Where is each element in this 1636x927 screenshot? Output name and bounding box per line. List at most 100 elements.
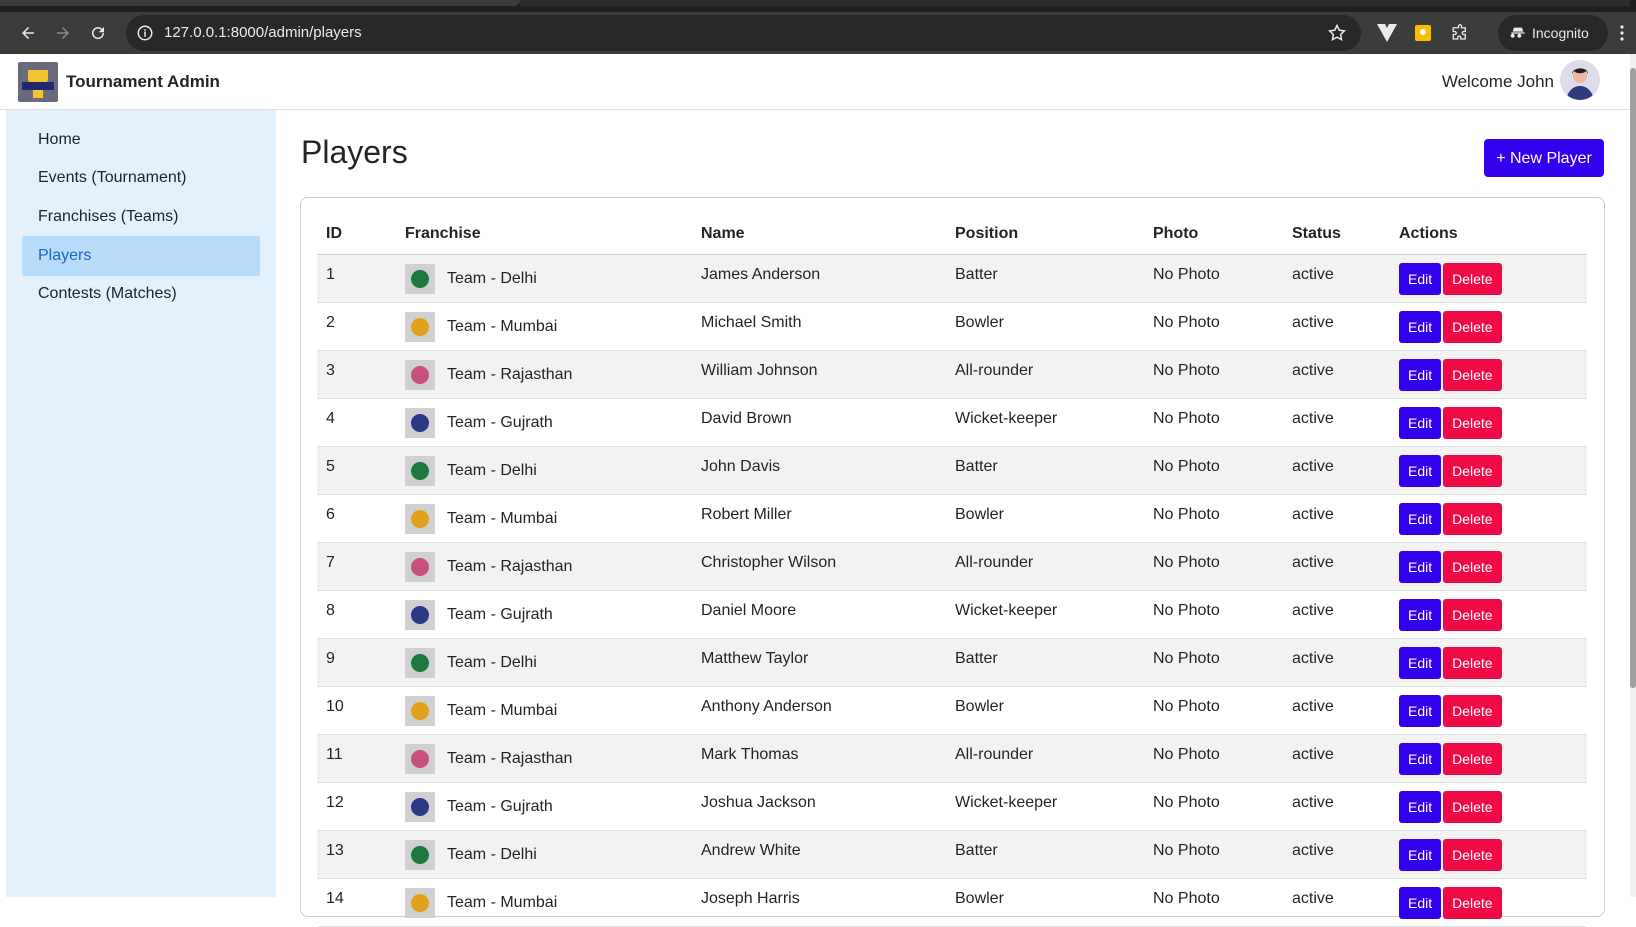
sidebar-item-contests[interactable]: Contests (Matches) <box>22 274 260 314</box>
cell-position: Bowler <box>946 878 1144 927</box>
cell-actions: Edit Delete <box>1390 734 1587 783</box>
reload-icon[interactable] <box>86 21 110 45</box>
tournament-logo[interactable] <box>18 62 58 102</box>
cell-name: David Brown <box>692 398 946 447</box>
cell-name: William Johnson <box>692 350 946 399</box>
edit-button[interactable]: Edit <box>1399 838 1442 871</box>
edit-button[interactable]: Edit <box>1399 502 1442 535</box>
edit-button[interactable]: Edit <box>1399 886 1442 919</box>
delete-button[interactable]: Delete <box>1443 838 1502 871</box>
team-logo <box>405 407 435 438</box>
cell-actions: Edit Delete <box>1390 590 1587 639</box>
franchise-name: Team - Mumbai <box>447 701 558 719</box>
user-avatar[interactable] <box>1560 60 1600 100</box>
edit-button[interactable]: Edit <box>1399 310 1442 343</box>
page-scrollbar[interactable] <box>1630 54 1636 897</box>
browser-menu-icon[interactable] <box>1614 22 1630 44</box>
franchise-name: Team - Delhi <box>447 461 537 479</box>
cell-status: active <box>1283 782 1390 831</box>
page-title: Players <box>301 134 408 170</box>
edit-button[interactable]: Edit <box>1399 646 1442 679</box>
column-header-id[interactable]: ID <box>317 214 396 255</box>
delete-button[interactable]: Delete <box>1443 502 1502 535</box>
brand-title[interactable]: Tournament Admin <box>66 72 220 92</box>
address-bar[interactable]: 127.0.0.1:8000/admin/players <box>126 15 1361 51</box>
franchise-name: Team - Rajasthan <box>447 365 573 383</box>
site-info-icon[interactable] <box>136 24 154 42</box>
cell-position: Bowler <box>946 302 1144 351</box>
cell-status: active <box>1283 302 1390 351</box>
sidebar-item-players[interactable]: Players <box>22 236 260 276</box>
vuejs-devtools-icon[interactable] <box>1376 22 1398 44</box>
edit-button[interactable]: Edit <box>1399 742 1442 775</box>
cell-id: 7 <box>317 542 396 591</box>
cell-photo: No Photo <box>1144 734 1283 783</box>
bookmark-star-icon[interactable] <box>1327 23 1347 43</box>
delete-button[interactable]: Delete <box>1443 358 1502 391</box>
cell-franchise: Team - Gujrath <box>396 398 692 447</box>
back-icon[interactable] <box>16 21 40 45</box>
column-header-name[interactable]: Name <box>692 214 946 255</box>
edit-button[interactable]: Edit <box>1399 406 1442 439</box>
delete-button[interactable]: Delete <box>1443 694 1502 727</box>
delete-button[interactable]: Delete <box>1443 310 1502 343</box>
edit-button[interactable]: Edit <box>1399 598 1442 631</box>
cell-position: Wicket-keeper <box>946 398 1144 447</box>
team-logo <box>405 839 435 870</box>
delete-button[interactable]: Delete <box>1443 598 1502 631</box>
column-header-status[interactable]: Status <box>1283 214 1390 255</box>
column-header-photo[interactable]: Photo <box>1144 214 1283 255</box>
forward-icon[interactable] <box>51 21 75 45</box>
table-row: 4 Team - Gujrath David Brown Wicket-keeper N… <box>317 398 1587 447</box>
edit-button[interactable]: Edit <box>1399 694 1442 727</box>
edit-button[interactable]: Edit <box>1399 550 1442 583</box>
cell-actions: Edit Delete <box>1390 446 1587 495</box>
cell-status: active <box>1283 686 1390 735</box>
cell-actions: Edit Delete <box>1390 686 1587 735</box>
cell-id: 10 <box>317 686 396 735</box>
column-header-franchise[interactable]: Franchise <box>396 214 692 255</box>
cell-name: Matthew Taylor <box>692 638 946 687</box>
table-row: 10 Team - Mumbai Anthony Anderson Bowler No … <box>317 686 1587 735</box>
delete-button[interactable]: Delete <box>1443 790 1502 823</box>
cell-status: active <box>1283 254 1390 303</box>
edit-button[interactable]: Edit <box>1399 454 1442 487</box>
cell-status: active <box>1283 590 1390 639</box>
extensions-puzzle-icon[interactable] <box>1449 22 1471 44</box>
incognito-badge[interactable]: Incognito <box>1498 15 1608 51</box>
delete-button[interactable]: Delete <box>1443 550 1502 583</box>
cell-status: active <box>1283 398 1390 447</box>
cell-photo: No Photo <box>1144 398 1283 447</box>
edit-button[interactable]: Edit <box>1399 262 1442 295</box>
delete-button[interactable]: Delete <box>1443 886 1502 919</box>
delete-button[interactable]: Delete <box>1443 406 1502 439</box>
cell-status: active <box>1283 830 1390 879</box>
team-logo <box>405 455 435 486</box>
browser-tab[interactable] <box>0 0 520 6</box>
cell-position: Batter <box>946 446 1144 495</box>
sidebar-item-franchises[interactable]: Franchises (Teams) <box>22 197 260 237</box>
delete-button[interactable]: Delete <box>1443 454 1502 487</box>
delete-button[interactable]: Delete <box>1443 262 1502 295</box>
sidebar-item-home[interactable]: Home <box>22 120 260 160</box>
cell-franchise: Team - Gujrath <box>396 782 692 831</box>
sidebar-item-events[interactable]: Events (Tournament) <box>22 158 260 198</box>
team-logo <box>405 887 435 918</box>
cell-franchise: Team - Delhi <box>396 638 692 687</box>
cell-status: active <box>1283 494 1390 543</box>
column-header-position[interactable]: Position <box>946 214 1144 255</box>
cell-status: active <box>1283 734 1390 783</box>
cell-id: 8 <box>317 590 396 639</box>
edit-button[interactable]: Edit <box>1399 790 1442 823</box>
scrollbar-thumb[interactable] <box>1630 68 1636 688</box>
column-header-actions: Actions <box>1390 214 1587 255</box>
delete-button[interactable]: Delete <box>1443 742 1502 775</box>
delete-button[interactable]: Delete <box>1443 646 1502 679</box>
cell-name: Anthony Anderson <box>692 686 946 735</box>
players-table: ID Franchise Name Position Photo Status … <box>317 214 1587 927</box>
keep-extension-icon[interactable] <box>1412 22 1434 44</box>
edit-button[interactable]: Edit <box>1399 358 1442 391</box>
franchise-name: Team - Delhi <box>447 269 537 287</box>
new-player-button[interactable]: + New Player <box>1484 139 1604 177</box>
cell-status: active <box>1283 446 1390 495</box>
